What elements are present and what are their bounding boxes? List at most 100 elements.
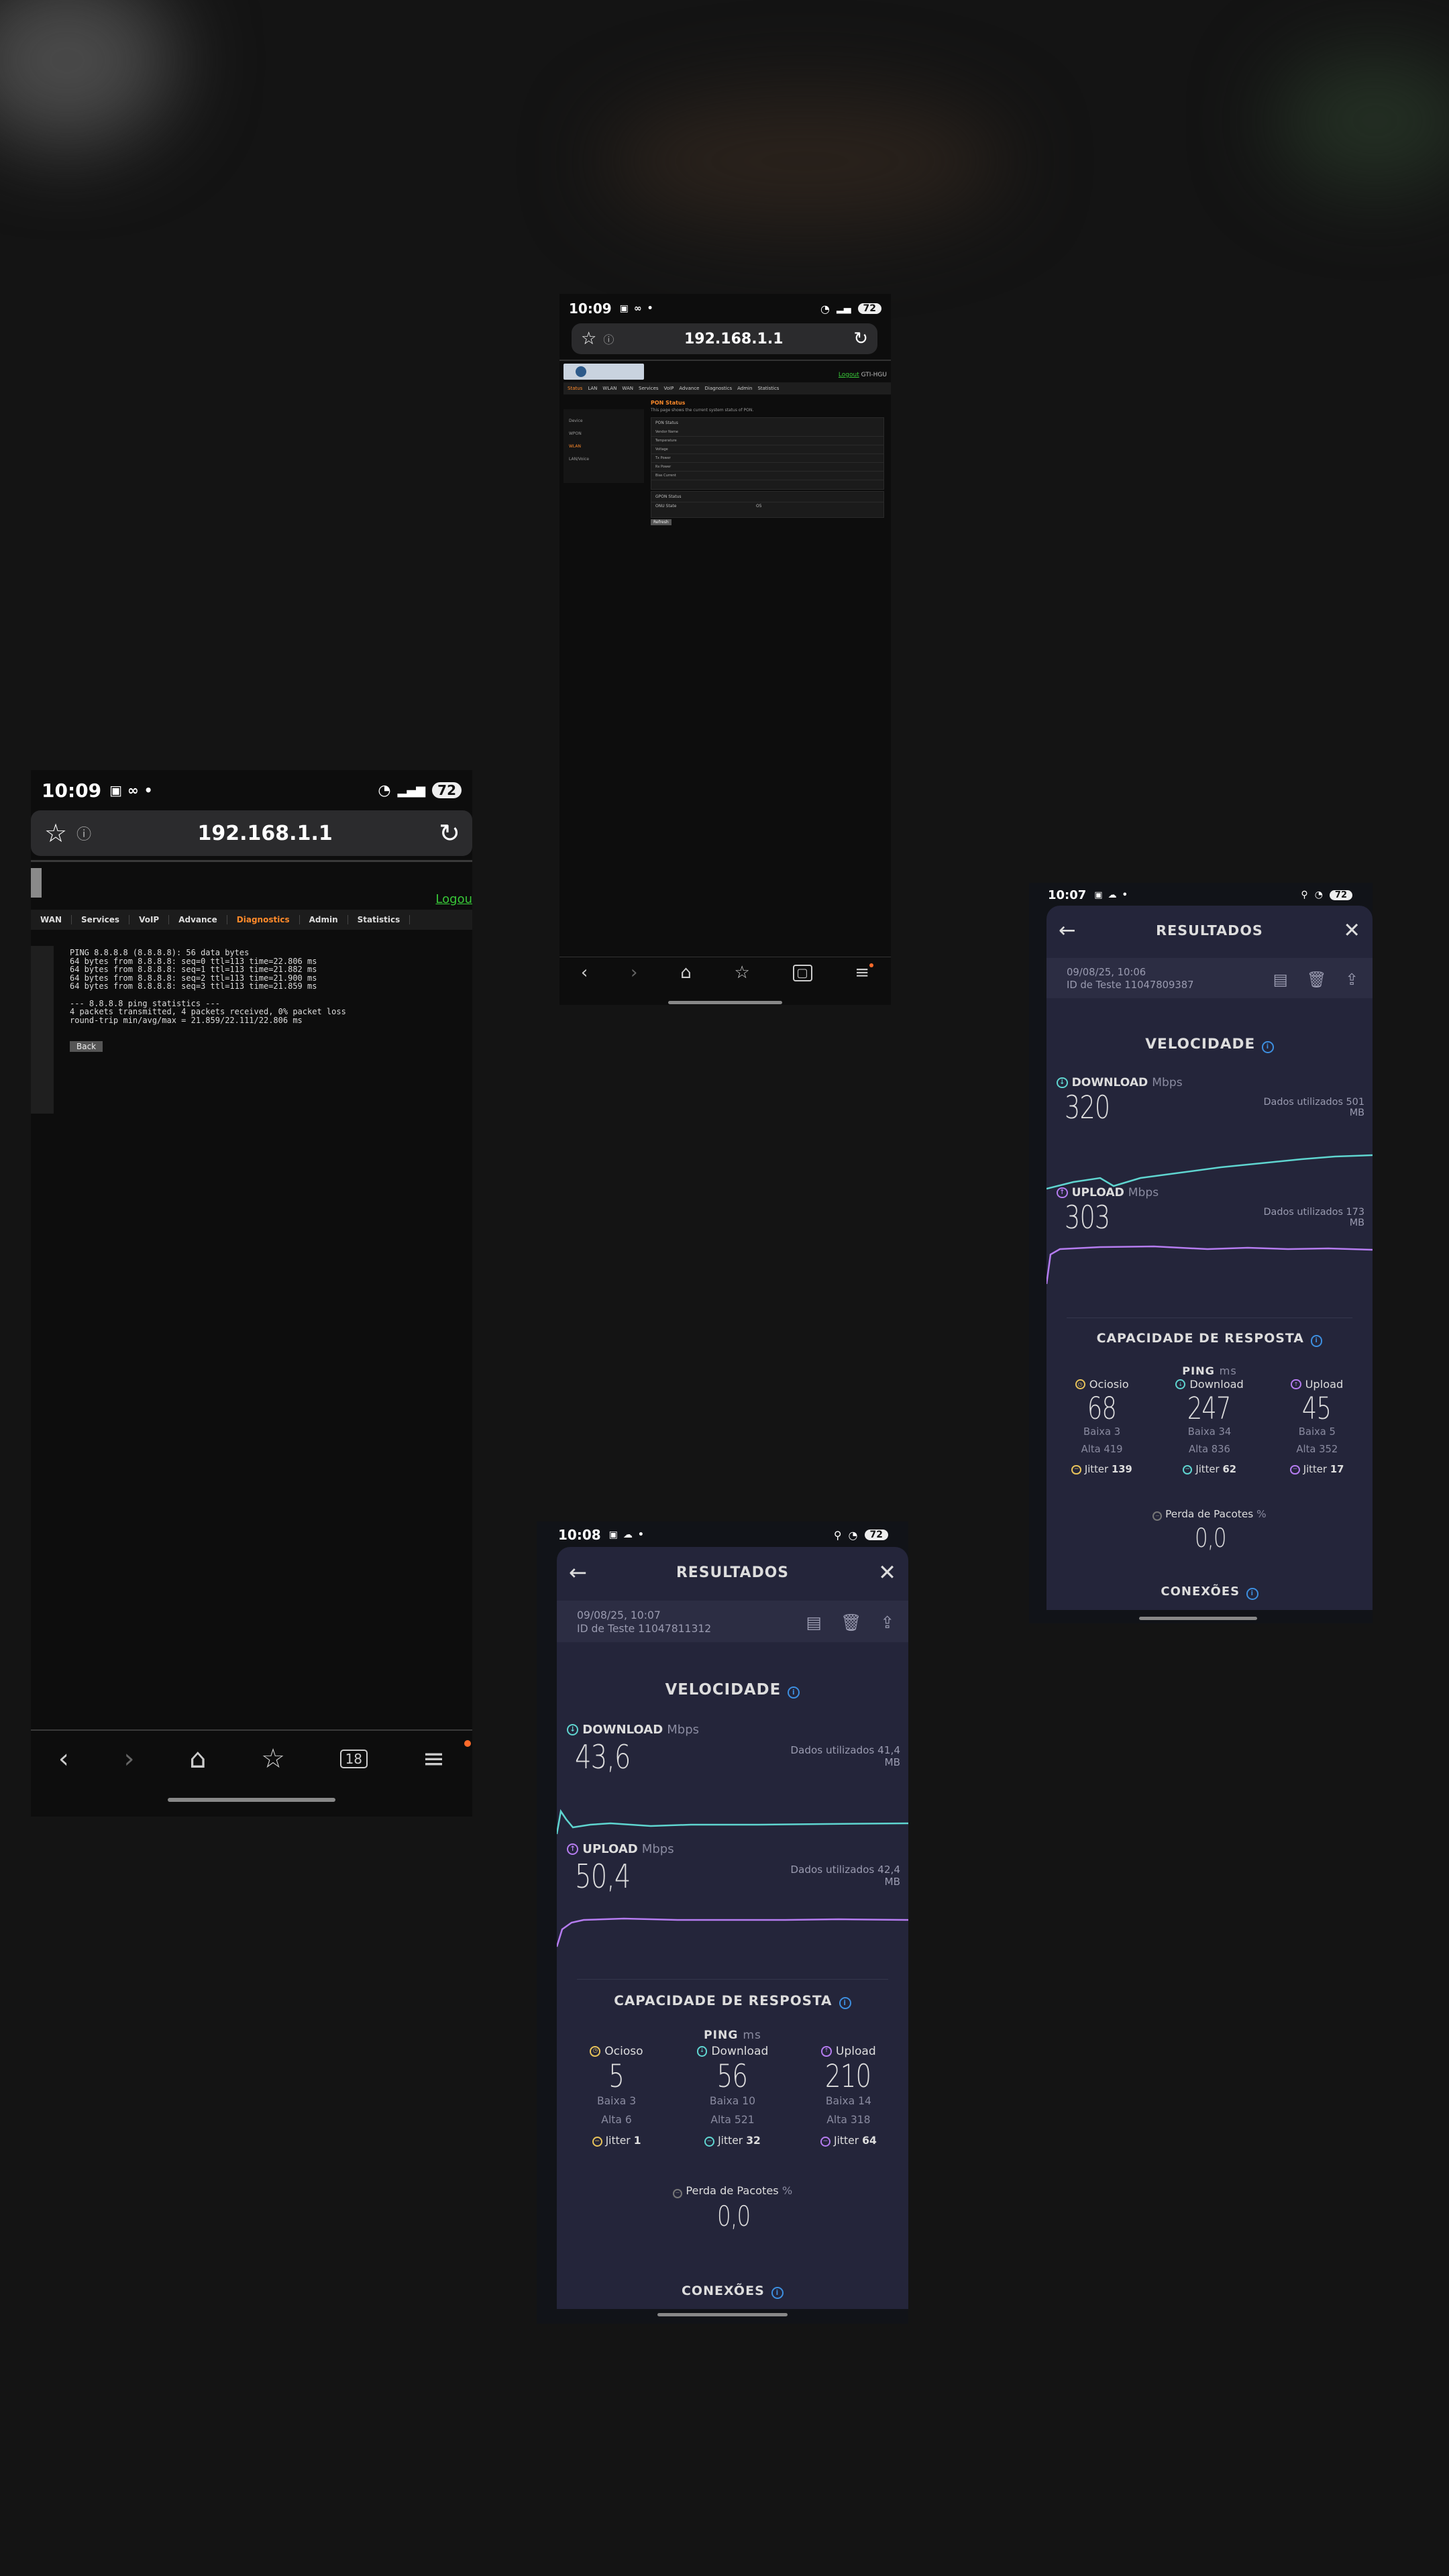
phone-speedtest-a: 10:07 ▣ ☁ • ⚲ ◔ 72 ← RESULTADOS ✕ 09/08/25…	[1029, 883, 1373, 1623]
notification-icon: ▣	[109, 782, 123, 798]
response-section-title: CAPACIDADE DE RESPOSTA	[614, 1992, 833, 2008]
data-used: Dados utilizados 501 MB	[1263, 1096, 1364, 1118]
high-label: Alta	[1189, 1443, 1209, 1455]
back-button[interactable]: Back	[70, 1041, 103, 1052]
sidebar-item[interactable]: WPON	[569, 427, 639, 440]
address-bar[interactable]: ☆ ⓘ 192.168.1.1 ↻	[31, 810, 472, 856]
close-icon[interactable]: ✕	[878, 1560, 896, 1585]
tab-admin[interactable]: Admin	[737, 386, 752, 391]
battery-indicator: 72	[1329, 890, 1352, 900]
row-label: Voltage	[655, 447, 668, 451]
tab-wlan[interactable]: WLAN	[602, 386, 616, 391]
tab-services[interactable]: Services	[639, 386, 659, 391]
back-arrow-icon[interactable]: ‹	[58, 1743, 69, 1774]
background-glow	[0, 0, 174, 148]
info-icon[interactable]: i	[839, 1997, 851, 2010]
low-value: 3	[629, 2095, 637, 2108]
tab-voip[interactable]: VoIP	[129, 915, 170, 924]
delete-icon[interactable]: 🗑	[1307, 970, 1327, 989]
dot-icon: •	[1122, 890, 1128, 900]
info-icon[interactable]: i	[788, 1686, 800, 1699]
menu-icon[interactable]: ≡	[855, 963, 869, 983]
high-value: 352	[1319, 1443, 1338, 1455]
tabs-icon[interactable]: ▢	[792, 964, 812, 981]
refresh-button[interactable]: Refresh	[651, 519, 672, 525]
tab-diagnostics[interactable]: Diagnostics	[227, 915, 300, 924]
logout-link[interactable]: Logout	[839, 372, 859, 378]
table-row: Voltage	[651, 445, 883, 454]
ping-value: 56	[716, 2058, 748, 2095]
sidebar-item[interactable]: WLAN	[569, 440, 639, 453]
router-sidebar	[31, 946, 54, 1114]
share-icon[interactable]: ⇪	[1345, 970, 1358, 989]
url-text[interactable]: 192.168.1.1	[91, 822, 439, 845]
bookmark-star-icon[interactable]: ☆	[44, 818, 67, 848]
bookmarks-icon[interactable]: ☆	[734, 963, 749, 983]
bookmark-star-icon[interactable]: ☆	[581, 329, 596, 349]
tab-lan[interactable]: LAN	[588, 386, 597, 391]
tab-wan[interactable]: WAN	[31, 915, 72, 924]
high-label: Alta	[826, 2113, 847, 2126]
tabs-icon[interactable]: 18	[339, 1750, 368, 1768]
info-icon[interactable]: i	[1310, 1335, 1323, 1347]
tab-statistics[interactable]: Statistics	[348, 915, 411, 924]
report-icon[interactable]: ▤	[1273, 970, 1288, 989]
tab-diagnostics[interactable]: Diagnostics	[705, 386, 733, 391]
upload-graph	[1046, 1245, 1373, 1285]
info-icon[interactable]: i	[771, 2287, 784, 2300]
close-icon[interactable]: ✕	[1343, 919, 1360, 943]
table-row: Temperature	[651, 437, 883, 445]
tab-advance[interactable]: Advance	[169, 915, 227, 924]
jitter-value: 62	[1222, 1463, 1237, 1475]
tab-statistics[interactable]: Statistics	[757, 386, 779, 391]
cloud-icon: ☁	[623, 1529, 633, 1540]
tab-wan[interactable]: WAN	[622, 386, 633, 391]
address-bar[interactable]: ☆ ⓘ 192.168.1.1 ↻	[572, 323, 877, 354]
data-used: Dados utilizados 42,4 MB	[790, 1864, 900, 1888]
low-value: 34	[1218, 1426, 1232, 1438]
sidebar-item[interactable]: LAN/Voice	[569, 453, 639, 466]
status-time: 10:09	[569, 301, 612, 317]
speed-unit: Mbps	[1128, 1186, 1159, 1199]
forward-arrow-icon[interactable]: ›	[123, 1743, 134, 1774]
row-label: Tx Power	[655, 456, 671, 460]
status-time: 10:07	[1048, 888, 1087, 902]
sidebar-item[interactable]: Device	[569, 415, 639, 427]
jitter-icon: −	[1290, 1464, 1300, 1475]
section-title: PON Status	[651, 400, 686, 406]
packet-loss-label: Perda de Pacotes	[686, 2184, 779, 2197]
back-arrow-icon[interactable]: ←	[1059, 919, 1076, 943]
jitter-label: Jitter	[1195, 1463, 1220, 1475]
info-icon[interactable]: i	[1246, 1588, 1258, 1600]
tab-admin[interactable]: Admin	[300, 915, 348, 924]
jitter-value: 139	[1112, 1463, 1132, 1475]
reload-icon[interactable]: ↻	[853, 329, 868, 349]
back-arrow-icon[interactable]: ←	[569, 1560, 587, 1585]
speed-section-title: VELOCIDADE	[665, 1681, 782, 1699]
home-icon[interactable]: ⌂	[680, 963, 692, 983]
tab-status[interactable]: Status	[568, 386, 582, 391]
ping-output: PING 8.8.8.8 (8.8.8.8): 56 data bytes 64 …	[70, 949, 346, 1024]
tab-voip[interactable]: VoIP	[664, 386, 674, 391]
bookmarks-icon[interactable]: ☆	[261, 1743, 285, 1774]
reload-icon[interactable]: ↻	[439, 818, 460, 848]
low-label: Baixa	[596, 2095, 627, 2108]
url-text[interactable]: 192.168.1.1	[614, 331, 853, 347]
logout-link[interactable]: Logou	[435, 892, 472, 906]
site-info-icon[interactable]: ⓘ	[603, 331, 614, 347]
delete-icon[interactable]: 🗑	[841, 1613, 861, 1633]
report-icon[interactable]: ▤	[806, 1613, 822, 1633]
low-label: Baixa	[709, 2095, 739, 2108]
status-bar: 10:09 ▣ ∞ • ◔ ▂▄▆ 72	[31, 773, 472, 808]
share-icon[interactable]: ⇪	[880, 1613, 894, 1633]
tab-services[interactable]: Services	[72, 915, 130, 924]
menu-icon[interactable]: ≡	[423, 1743, 445, 1774]
jitter-label: Jitter	[718, 2135, 743, 2147]
forward-arrow-icon[interactable]: ›	[631, 963, 637, 983]
browser-nav-bar: ‹ › ⌂ ☆ 18 ≡	[31, 1740, 472, 1778]
home-icon[interactable]: ⌂	[189, 1743, 206, 1774]
back-arrow-icon[interactable]: ‹	[581, 963, 588, 983]
site-info-icon[interactable]: ⓘ	[76, 822, 91, 844]
tab-advance[interactable]: Advance	[679, 386, 699, 391]
info-icon[interactable]: i	[1262, 1041, 1274, 1053]
